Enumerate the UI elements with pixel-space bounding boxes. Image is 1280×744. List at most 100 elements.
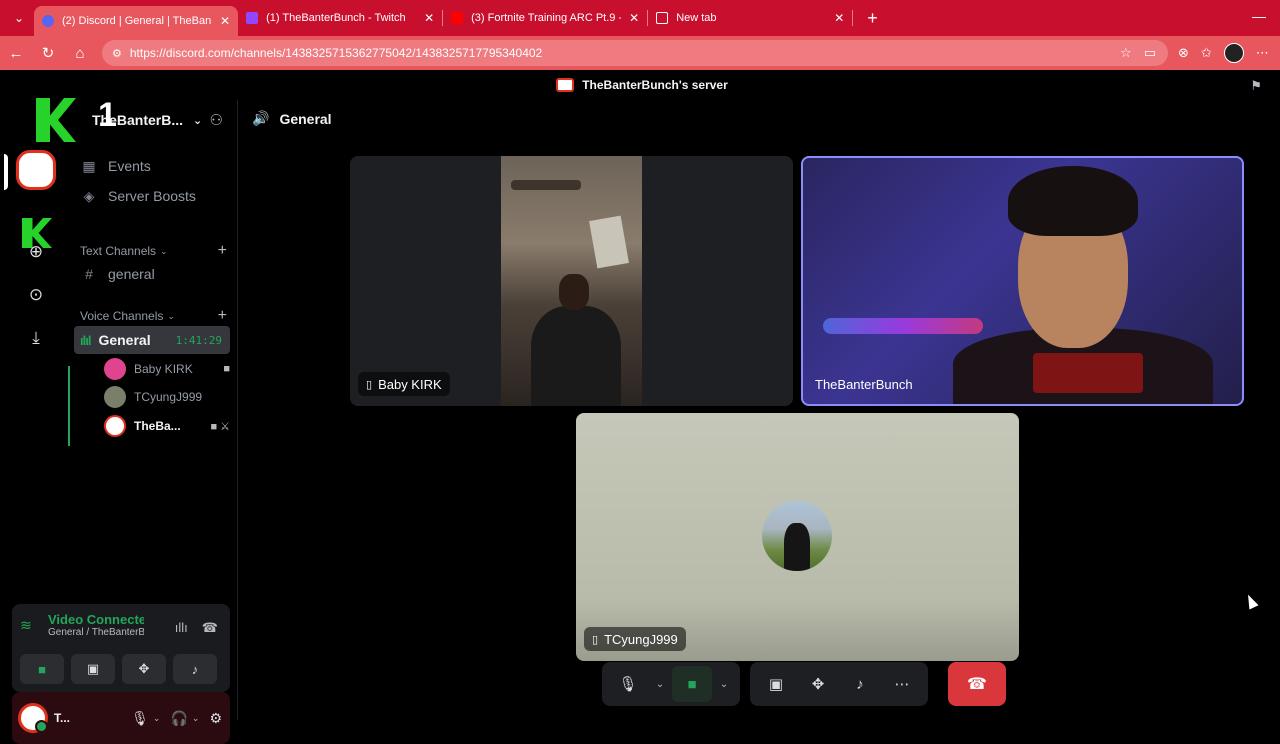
channel-sidebar: 1 TheBanterB... ⌄ ⚇ ▦ Events ◈ Server Bo… bbox=[12, 96, 238, 744]
noise-suppression-icon[interactable]: ıllı bbox=[175, 620, 188, 636]
url-text: https://discord.com/channels/14383257153… bbox=[129, 46, 543, 60]
activities-icon[interactable]: ✥ bbox=[798, 666, 838, 702]
extensions-icon[interactable]: ⊗ bbox=[1178, 45, 1189, 61]
video-tile-camera-off[interactable]: ▯ TCyungJ999 bbox=[576, 413, 1019, 661]
new-tab-page-icon bbox=[656, 12, 669, 24]
favorite-star-icon[interactable]: ☆ bbox=[1120, 45, 1132, 61]
headphones-icon[interactable]: 🎧 bbox=[170, 710, 187, 727]
server-boosts-item[interactable]: ◈ Server Boosts bbox=[78, 182, 231, 210]
voice-user[interactable]: Baby KIRK ■ bbox=[104, 355, 230, 383]
close-tab-icon[interactable]: ✕ bbox=[834, 11, 844, 25]
tab-title: New tab bbox=[676, 12, 717, 24]
hang-up-button[interactable]: ☎ bbox=[948, 662, 1006, 706]
mobile-phone-icon: ▯ bbox=[366, 378, 373, 391]
events-item[interactable]: ▦ Events bbox=[78, 152, 231, 180]
participant-name: TheBanterBunch bbox=[815, 377, 913, 392]
create-channel-plus-icon[interactable]: + bbox=[218, 242, 227, 260]
server-icon bbox=[556, 78, 575, 92]
tab-title: (1) TheBanterBunch - Twitch bbox=[266, 12, 406, 24]
tile-name-badge: ▯ TCyungJ999 bbox=[584, 627, 686, 651]
browser-tab[interactable]: (2) Discord | General | TheBan ✕ bbox=[34, 6, 239, 36]
avatar[interactable] bbox=[18, 703, 48, 733]
server-header[interactable]: 1 TheBanterB... ⌄ ⚇ bbox=[36, 96, 237, 142]
server-boosts-label: Server Boosts bbox=[108, 188, 196, 204]
home-icon[interactable]: ⌂ bbox=[64, 39, 96, 67]
chevron-down-icon[interactable]: ⌄ bbox=[192, 713, 200, 724]
chevron-down-icon[interactable]: ⌄ bbox=[153, 713, 161, 724]
soundboard-icon[interactable]: ♪ bbox=[840, 666, 880, 702]
window-title-bar: TheBanterBunch's server ⚑ bbox=[4, 70, 1280, 100]
inbox-flag-icon[interactable]: ⚑ bbox=[1250, 78, 1262, 94]
tab-list-menu-button[interactable]: ⌄ bbox=[4, 4, 34, 32]
tab-title: (2) Discord | General | TheBan bbox=[62, 15, 212, 27]
activities-button[interactable]: ✥ bbox=[122, 654, 166, 684]
selected-server-indicator bbox=[4, 154, 8, 190]
voice-user[interactable]: TheBa... ■ ⚔ bbox=[104, 412, 230, 440]
new-tab-plus-icon[interactable]: + bbox=[867, 8, 878, 29]
close-tab-icon[interactable]: ✕ bbox=[220, 14, 230, 28]
voice-channel-general[interactable]: ılıl General 1:41:29 bbox=[74, 326, 230, 354]
webcam-video bbox=[501, 156, 642, 406]
camera-toggle-button[interactable]: ■ bbox=[20, 654, 64, 684]
tile-name-badge: ▯ Baby KIRK bbox=[358, 372, 450, 396]
channel-general-text[interactable]: # general bbox=[78, 260, 231, 288]
youtube-favicon-icon bbox=[451, 12, 464, 24]
rgb-lights-shape bbox=[823, 318, 983, 334]
site-info-icon[interactable]: ⚙ bbox=[112, 47, 122, 60]
video-popout-icon[interactable]: ▭ bbox=[1144, 45, 1156, 61]
browser-tab[interactable]: (3) Fortnite Training ARC Pt.9 - You ✕ bbox=[443, 3, 647, 33]
call-controls: 🎙 ⌄ ■ ⌄ ▣ ✥ ♪ ⋯ ☎ bbox=[602, 662, 1006, 706]
camera-icon[interactable]: ■ bbox=[672, 666, 712, 702]
calendar-icon: ▦ bbox=[82, 157, 96, 174]
screen-share-icon[interactable]: ▣ bbox=[756, 666, 796, 702]
close-tab-icon[interactable]: ✕ bbox=[424, 11, 434, 25]
camera-icon: ■ bbox=[223, 363, 230, 375]
hash-icon: # bbox=[85, 266, 93, 282]
browser-toolbar: ← ↻ ⌂ ⚙ https://discord.com/channels/143… bbox=[0, 36, 1280, 70]
discover-compass-icon[interactable]: ⊙ bbox=[16, 275, 56, 315]
voice-channels-category[interactable]: Voice Channels ⌄ + bbox=[80, 307, 227, 325]
text-channels-category[interactable]: Text Channels ⌄ + bbox=[80, 242, 227, 260]
ceiling-fan-shape bbox=[511, 180, 581, 190]
mobile-phone-icon: ▯ bbox=[592, 633, 599, 646]
chevron-down-icon[interactable]: ⌄ bbox=[650, 666, 670, 702]
settings-gear-icon[interactable]: ⚙ bbox=[209, 710, 222, 727]
server-banterbunch-icon[interactable] bbox=[16, 150, 56, 190]
lamp-shape bbox=[589, 215, 629, 269]
events-label: Events bbox=[108, 158, 151, 174]
soundboard-button[interactable]: ♪ bbox=[173, 654, 217, 684]
video-tile[interactable]: ▯ Baby KIRK bbox=[350, 156, 793, 406]
participant-name: TCyungJ999 bbox=[604, 631, 678, 647]
screen-share-button[interactable]: ▣ bbox=[71, 654, 115, 684]
browser-tab-bar: ⌄ (2) Discord | General | TheBan ✕ (1) T… bbox=[0, 0, 1280, 36]
window-title: TheBanterBunch's server bbox=[582, 78, 728, 92]
microphone-icon[interactable]: 🎙 bbox=[608, 666, 648, 702]
user-name: T... bbox=[54, 711, 71, 725]
reload-icon[interactable]: ↻ bbox=[32, 39, 64, 67]
voice-user-name: TCyungJ999 bbox=[134, 390, 203, 404]
disconnect-icon[interactable]: ☎ bbox=[202, 620, 218, 636]
video-tile-speaking[interactable]: TheBanterBunch bbox=[801, 156, 1244, 406]
browser-tab[interactable]: (1) TheBanterBunch - Twitch ✕ bbox=[238, 3, 442, 33]
tab-title: (3) Fortnite Training ARC Pt.9 - You bbox=[471, 12, 621, 24]
add-server-icon[interactable]: ⊕ bbox=[16, 232, 56, 272]
create-channel-plus-icon[interactable]: + bbox=[218, 307, 227, 325]
back-arrow-icon[interactable]: ← bbox=[0, 39, 32, 67]
voice-user[interactable]: TCyungJ999 bbox=[104, 383, 230, 411]
close-tab-icon[interactable]: ✕ bbox=[629, 11, 639, 25]
participant-name: Baby KIRK bbox=[378, 376, 442, 392]
more-options-icon[interactable]: ⋯ bbox=[882, 666, 922, 702]
minimize-window-icon[interactable]: — bbox=[1252, 8, 1266, 24]
connection-location[interactable]: General / TheBanterBunch bbox=[48, 627, 144, 638]
more-options-icon[interactable]: ⋯ bbox=[1256, 45, 1269, 61]
download-apps-icon[interactable]: ⤓ bbox=[16, 318, 56, 358]
invite-people-icon[interactable]: ⚇ bbox=[210, 111, 223, 129]
favorites-icon[interactable]: ✩ bbox=[1201, 45, 1212, 61]
browser-tab[interactable]: New tab ✕ bbox=[648, 3, 852, 33]
chevron-down-icon[interactable]: ⌄ bbox=[714, 666, 734, 702]
signal-icon[interactable]: ≋ bbox=[20, 617, 38, 634]
channel-label: general bbox=[108, 266, 155, 282]
profile-avatar[interactable] bbox=[1223, 43, 1244, 63]
microphone-icon[interactable]: 🎙 bbox=[131, 710, 149, 727]
address-bar[interactable]: ⚙ https://discord.com/channels/143832571… bbox=[102, 40, 1168, 66]
